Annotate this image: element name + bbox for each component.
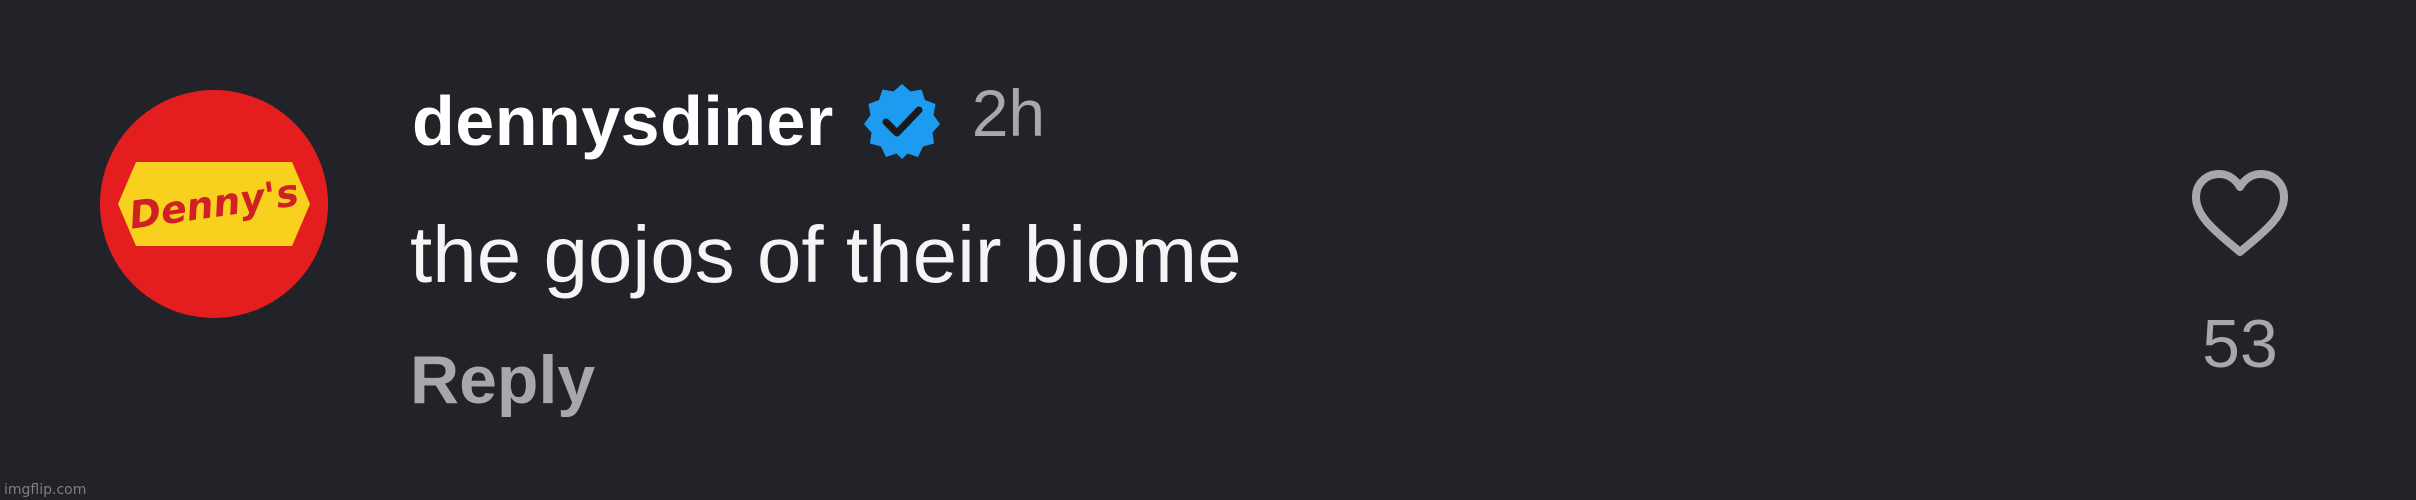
like-group: 53 (2180, 168, 2300, 384)
dennys-logo-icon: Denny's (118, 162, 310, 246)
like-count: 53 (2202, 306, 2278, 382)
comment-text: the gojos of their biome (410, 210, 1242, 299)
avatar[interactable]: Denny's (100, 90, 328, 318)
comment-header: dennysdiner 2h (412, 76, 1046, 164)
heart-outline-icon[interactable] (2189, 168, 2291, 260)
timestamp: 2h (971, 76, 1046, 150)
reply-button[interactable]: Reply (410, 340, 595, 420)
username[interactable]: dennysdiner (412, 81, 834, 161)
watermark: imgflip.com (4, 482, 87, 498)
comment-item: Denny's dennysdiner 2h the gojos of thei… (0, 0, 2416, 500)
verified-badge-icon (862, 81, 942, 161)
